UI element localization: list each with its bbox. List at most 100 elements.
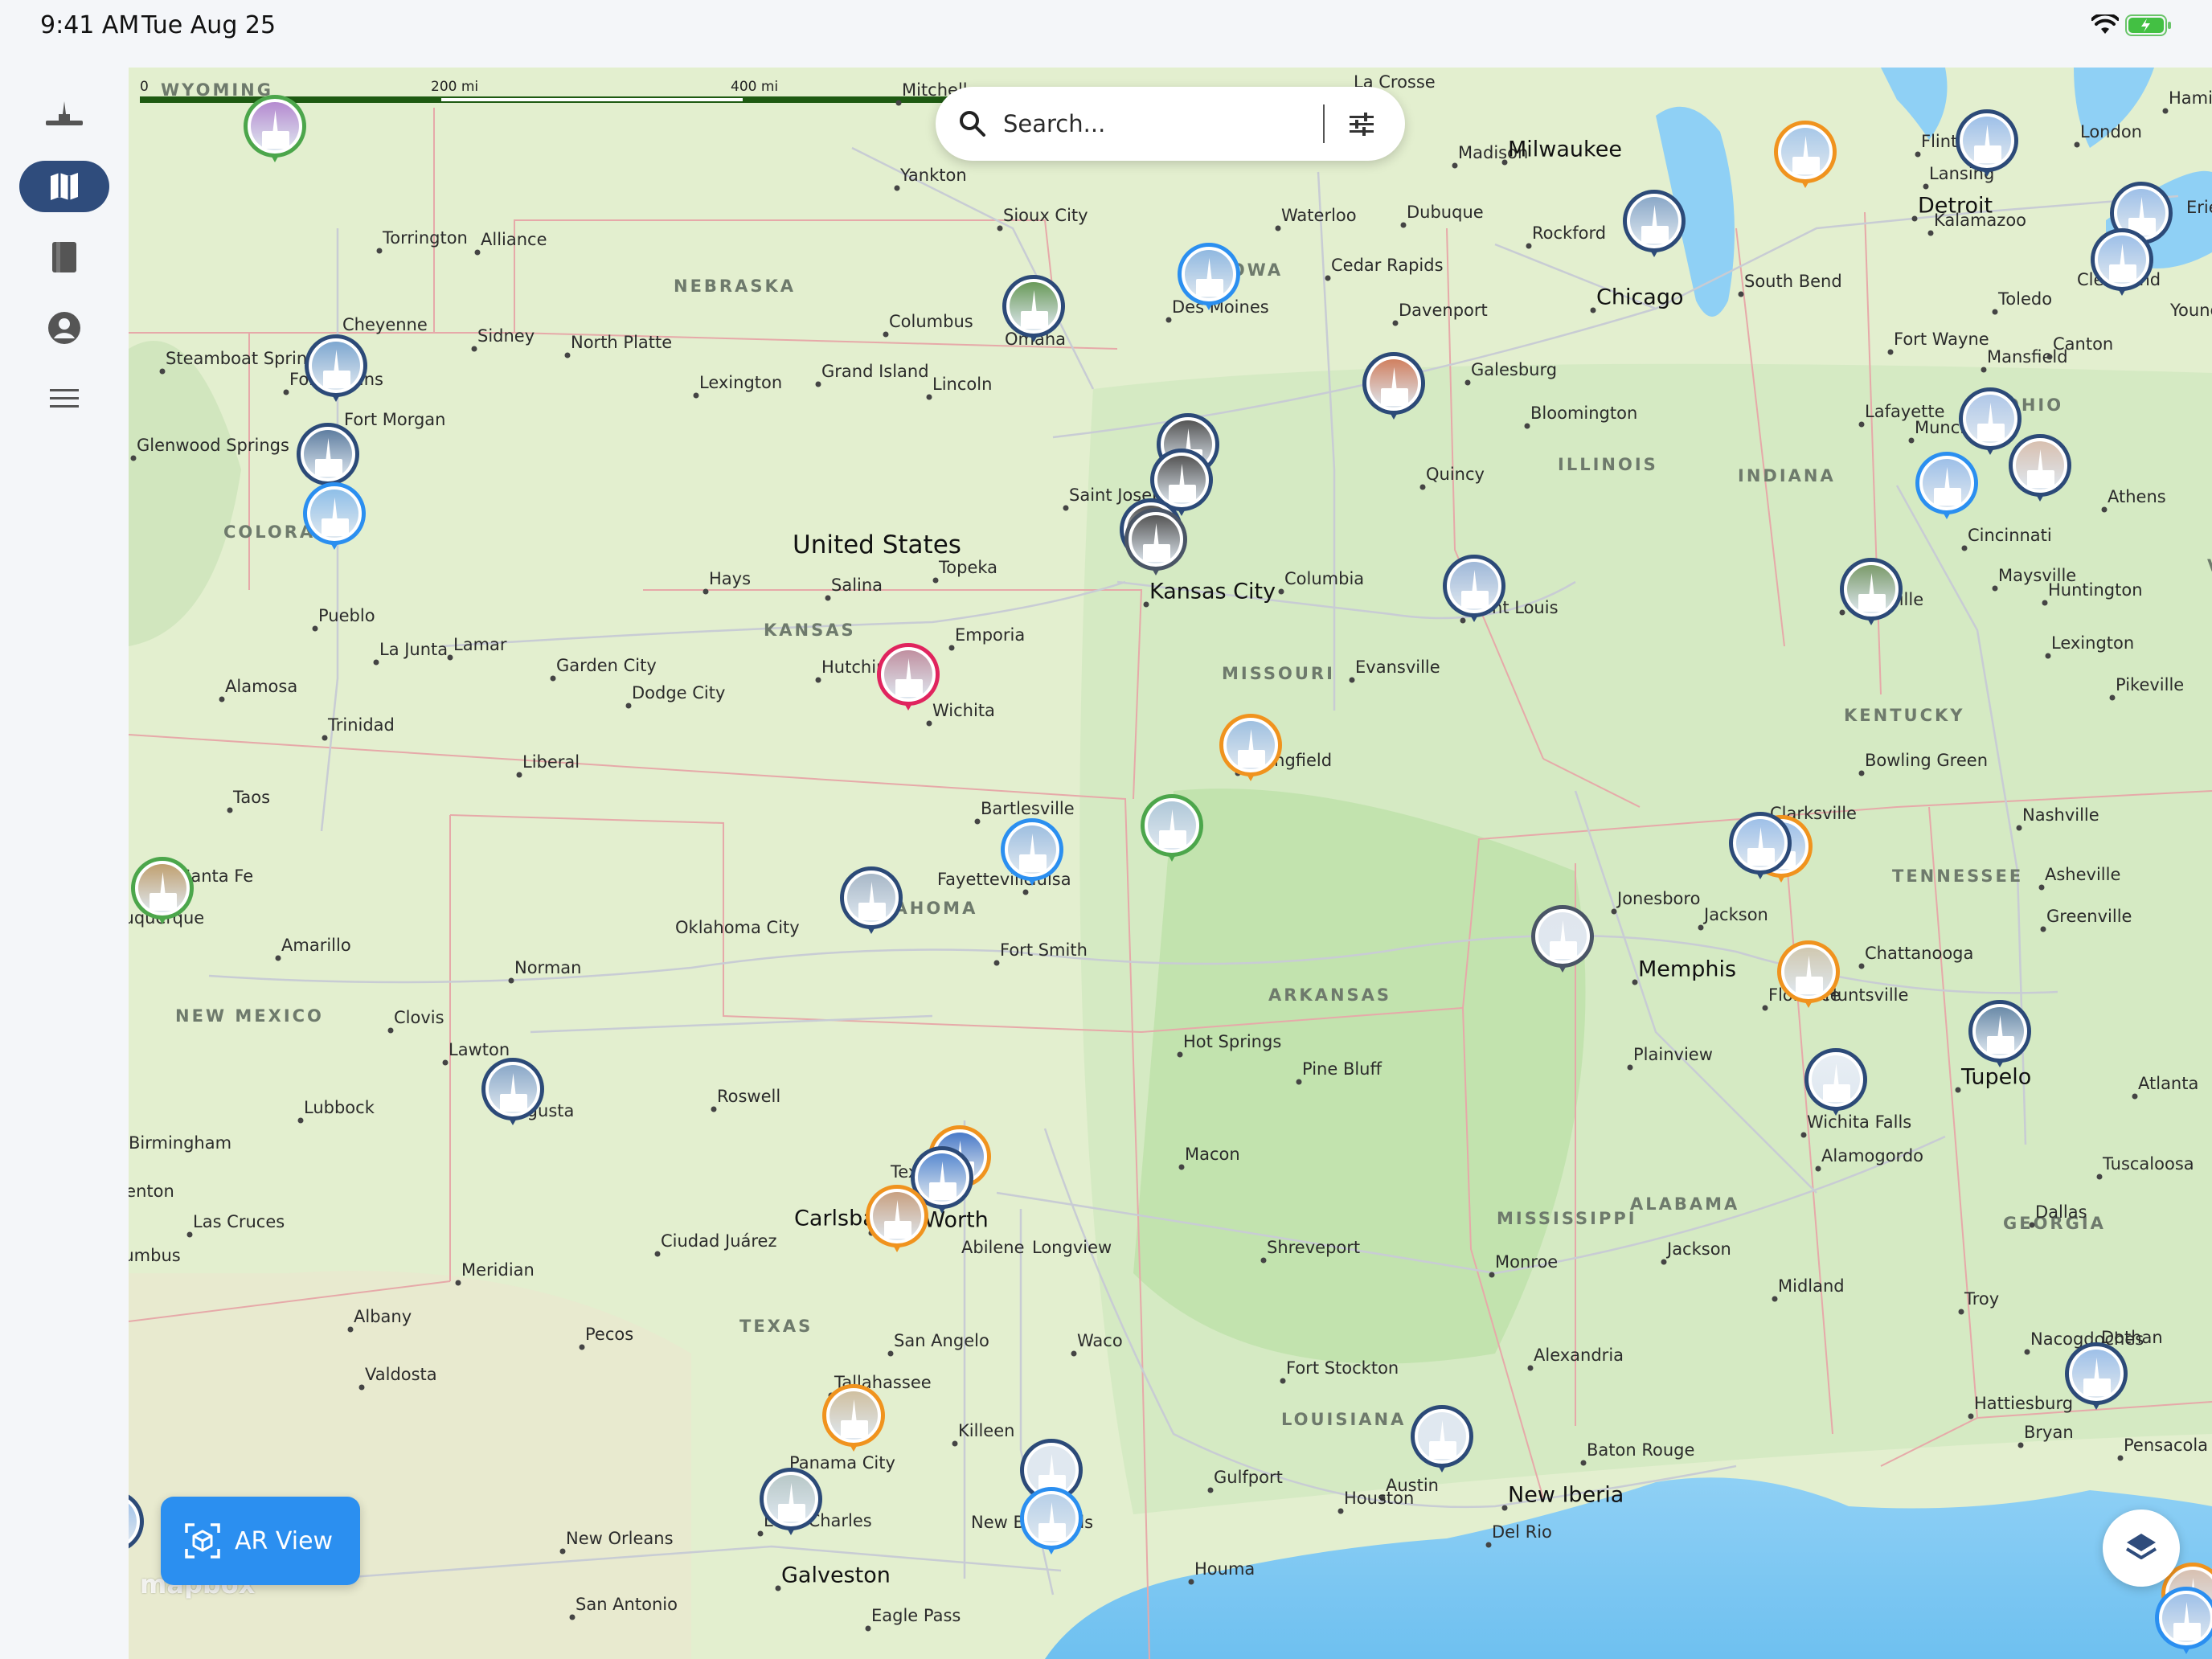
map-layers-button[interactable] <box>2103 1509 2180 1587</box>
temple-marker[interactable] <box>1968 1000 2031 1071</box>
city-dot <box>387 1027 394 1034</box>
temple-marker[interactable] <box>840 866 903 937</box>
temple-marker[interactable] <box>1804 1048 1867 1119</box>
temple-building <box>1550 941 1577 959</box>
temple-building <box>1143 544 1170 562</box>
temple-marker[interactable] <box>131 857 194 928</box>
temple-marker[interactable] <box>1777 940 1840 1011</box>
city-dot <box>1992 585 1998 592</box>
city-dot <box>1992 309 1998 315</box>
temple-building <box>884 1221 911 1239</box>
sidebar-item-map[interactable] <box>19 161 109 212</box>
city-label: Plainview <box>1633 1045 1713 1064</box>
temple-marker[interactable] <box>1124 508 1187 579</box>
city-label: Rockford <box>1532 223 1607 243</box>
map-view[interactable]: 0 200 mi 400 mi WYOMING NEBRASKA COLORADO K… <box>129 68 2212 1659</box>
city-label: Alliance <box>481 230 547 249</box>
temple-building <box>500 1094 527 1112</box>
city-dot <box>227 807 233 813</box>
temple-marker[interactable] <box>1840 558 1903 629</box>
sidebar-item-account[interactable] <box>19 302 109 354</box>
city-label: Oklahoma City <box>675 918 800 937</box>
temple-marker[interactable] <box>303 482 366 553</box>
marker-ring <box>1178 243 1240 305</box>
temple-marker[interactable] <box>1362 352 1425 423</box>
city-label: Fort Stockton <box>1286 1358 1399 1378</box>
temple-marker[interactable] <box>2155 1587 2212 1657</box>
city-label: Amarillo <box>281 936 351 955</box>
city-label: Kalamazoo <box>1934 211 2027 230</box>
temple-photo <box>1784 948 1833 996</box>
sidebar-item-book[interactable] <box>19 231 109 283</box>
city-dot <box>1580 1460 1587 1466</box>
city-label: Longview <box>1032 1238 1112 1257</box>
temple-marker[interactable] <box>877 643 940 714</box>
city-dot <box>1800 1132 1807 1138</box>
filter-button[interactable] <box>1339 101 1384 146</box>
temple-photo <box>2072 1350 2120 1398</box>
temple-photo <box>1812 1055 1860 1104</box>
marker-ring <box>866 1185 928 1247</box>
city-dot <box>1489 1272 1495 1278</box>
city-dot <box>550 675 556 682</box>
city-dot <box>775 1585 781 1591</box>
city-dot <box>926 720 932 727</box>
city-dot <box>471 346 477 352</box>
temple-marker[interactable] <box>1178 243 1240 313</box>
city-dot <box>373 659 379 666</box>
temple-marker[interactable] <box>244 95 306 166</box>
temple-marker[interactable] <box>1443 555 1505 625</box>
temple-marker[interactable] <box>1020 1487 1083 1558</box>
city-dot <box>1188 1579 1194 1585</box>
city-dot <box>1177 1051 1183 1058</box>
city-dot <box>625 703 632 709</box>
temple-marker[interactable] <box>1219 714 1282 784</box>
temple-marker[interactable] <box>1915 452 1978 522</box>
temple-icon <box>46 101 83 125</box>
temple-photo <box>767 1475 815 1523</box>
temple-marker[interactable] <box>305 334 367 405</box>
temple-marker[interactable] <box>129 1490 144 1561</box>
marker-ring <box>2065 1342 2128 1405</box>
city-dot <box>894 185 900 191</box>
temple-marker[interactable] <box>2009 434 2071 505</box>
city-label: Atlanta <box>2138 1074 2199 1093</box>
sidebar-item-temple[interactable] <box>19 88 109 140</box>
city-dot <box>1526 243 1532 249</box>
city-dot <box>1392 320 1399 326</box>
temple-photo <box>1008 825 1056 874</box>
temple-marker[interactable] <box>822 1384 885 1455</box>
city-dot <box>895 100 902 106</box>
city-label: Columbus <box>889 312 973 331</box>
city-dot <box>2109 694 2116 701</box>
search-input[interactable] <box>1003 104 1292 143</box>
temple-marker[interactable] <box>760 1468 822 1538</box>
temple-marker[interactable] <box>1531 905 1594 976</box>
temple-marker[interactable] <box>1411 1405 1473 1476</box>
temple-marker[interactable] <box>1774 121 1837 191</box>
city-dot <box>1698 924 1704 931</box>
temple-marker[interactable] <box>1141 794 1203 865</box>
temple-building <box>1159 830 1186 848</box>
city-label: Toledo <box>1998 289 2053 309</box>
temple-marker[interactable] <box>1001 818 1063 889</box>
temple-marker[interactable] <box>866 1185 928 1256</box>
city-label: Greenville <box>2046 907 2132 926</box>
ar-view-button[interactable]: AR View <box>161 1497 360 1585</box>
temple-marker[interactable] <box>1729 812 1792 883</box>
sidebar-item-menu[interactable] <box>19 373 109 424</box>
temple-marker[interactable] <box>2091 228 2153 299</box>
temple-marker[interactable] <box>481 1058 544 1129</box>
temple-marker[interactable] <box>1956 109 2018 180</box>
temple-building <box>323 371 350 388</box>
city-dot <box>455 1280 461 1286</box>
temple-marker[interactable] <box>1623 190 1686 260</box>
ar-view-label: AR View <box>235 1526 334 1555</box>
city-dot <box>1178 1164 1185 1170</box>
temple-marker[interactable] <box>1002 275 1065 346</box>
city-dot <box>2042 600 2048 606</box>
temple-marker[interactable] <box>2065 1342 2128 1413</box>
temple-photo <box>1923 459 1971 507</box>
city-dot <box>1858 421 1865 428</box>
city-dot <box>932 577 939 584</box>
